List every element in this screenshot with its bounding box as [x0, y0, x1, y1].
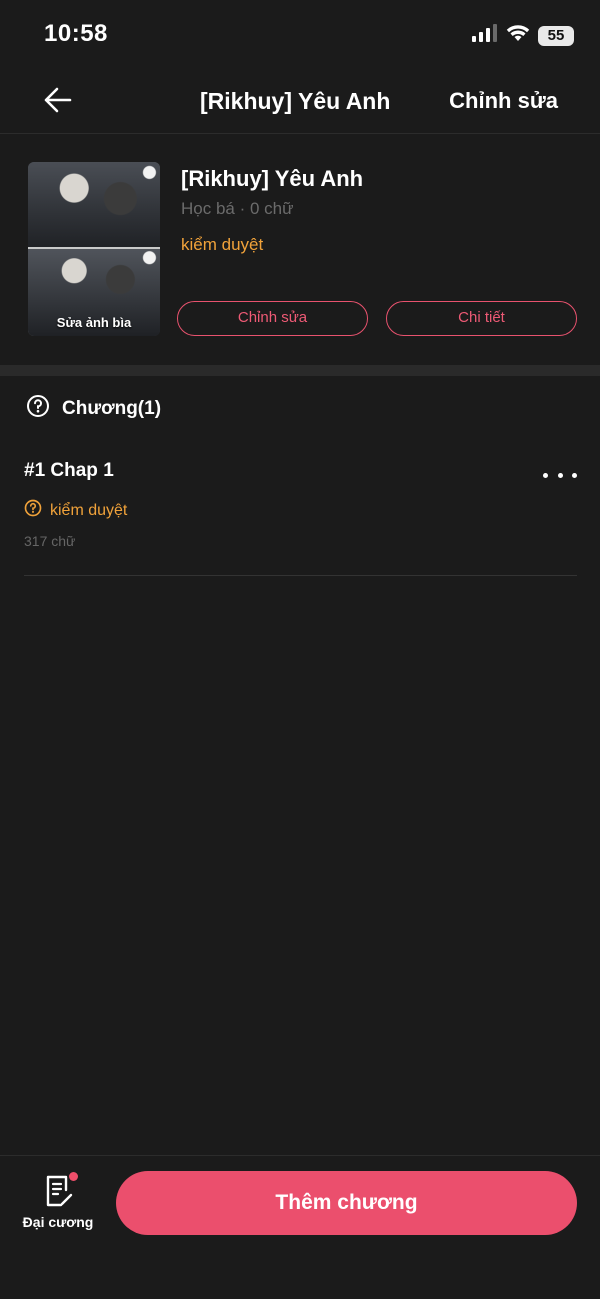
more-options-icon[interactable] [543, 465, 577, 485]
chapter-status: kiểm duyệt [24, 499, 127, 522]
story-card: Sửa ảnh bìa [Rikhuy] Yêu Anh Học bá · 0 … [0, 135, 600, 365]
chapters-title: Chương(1) [62, 397, 162, 419]
chapter-item[interactable]: #1 Chap 1 kiểm duyệt 317 chữ [24, 445, 577, 576]
outline-label: Đại cương [22, 1214, 94, 1230]
chapter-title: #1 Chap 1 [24, 460, 114, 481]
cover-image[interactable]: Sửa ảnh bìa [28, 162, 160, 336]
page-title: [Rikhuy] Yêu Anh [200, 88, 391, 114]
edit-button[interactable]: Chỉnh sửa [449, 88, 558, 114]
story-meta: Học bá · 0 chữ [181, 199, 294, 218]
section-divider [0, 365, 600, 376]
story-title: [Rikhuy] Yêu Anh [181, 166, 364, 191]
signal-icon [472, 24, 498, 47]
review-status-icon [24, 499, 42, 522]
status-bar: 10:58 55 [0, 0, 600, 70]
outline-button[interactable]: Đại cương [18, 1172, 98, 1246]
detail-button[interactable]: Chi tiết [386, 301, 577, 336]
help-circle-icon[interactable] [26, 394, 50, 423]
status-time: 10:58 [44, 20, 108, 47]
story-status: kiểm duyệt [181, 235, 264, 254]
chapter-status-text: kiểm duyệt [50, 501, 128, 519]
edit-cover-label[interactable]: Sửa ảnh bìa [28, 315, 160, 330]
wifi-icon [506, 24, 530, 47]
back-arrow-icon [44, 87, 72, 118]
outline-icon [44, 1172, 78, 1208]
nav-bar: [Rikhuy] Yêu Anh Chỉnh sửa [0, 70, 600, 134]
chapter-word-count: 317 chữ [24, 533, 76, 549]
back-button[interactable] [40, 86, 76, 118]
bottom-bar: Đại cương Thêm chương [0, 1155, 600, 1299]
cover-photo-top [28, 162, 160, 249]
chapters-header: Chương(1) [26, 394, 161, 423]
notification-dot [69, 1172, 78, 1181]
status-icons: 55 [472, 24, 574, 47]
battery-icon: 55 [538, 25, 574, 46]
edit-story-button[interactable]: Chỉnh sửa [177, 301, 368, 336]
add-chapter-button[interactable]: Thêm chương [116, 1171, 577, 1235]
screen: 10:58 55 [Rikhuy] Yêu Anh Chỉnh sửa Sửa … [0, 0, 600, 1299]
